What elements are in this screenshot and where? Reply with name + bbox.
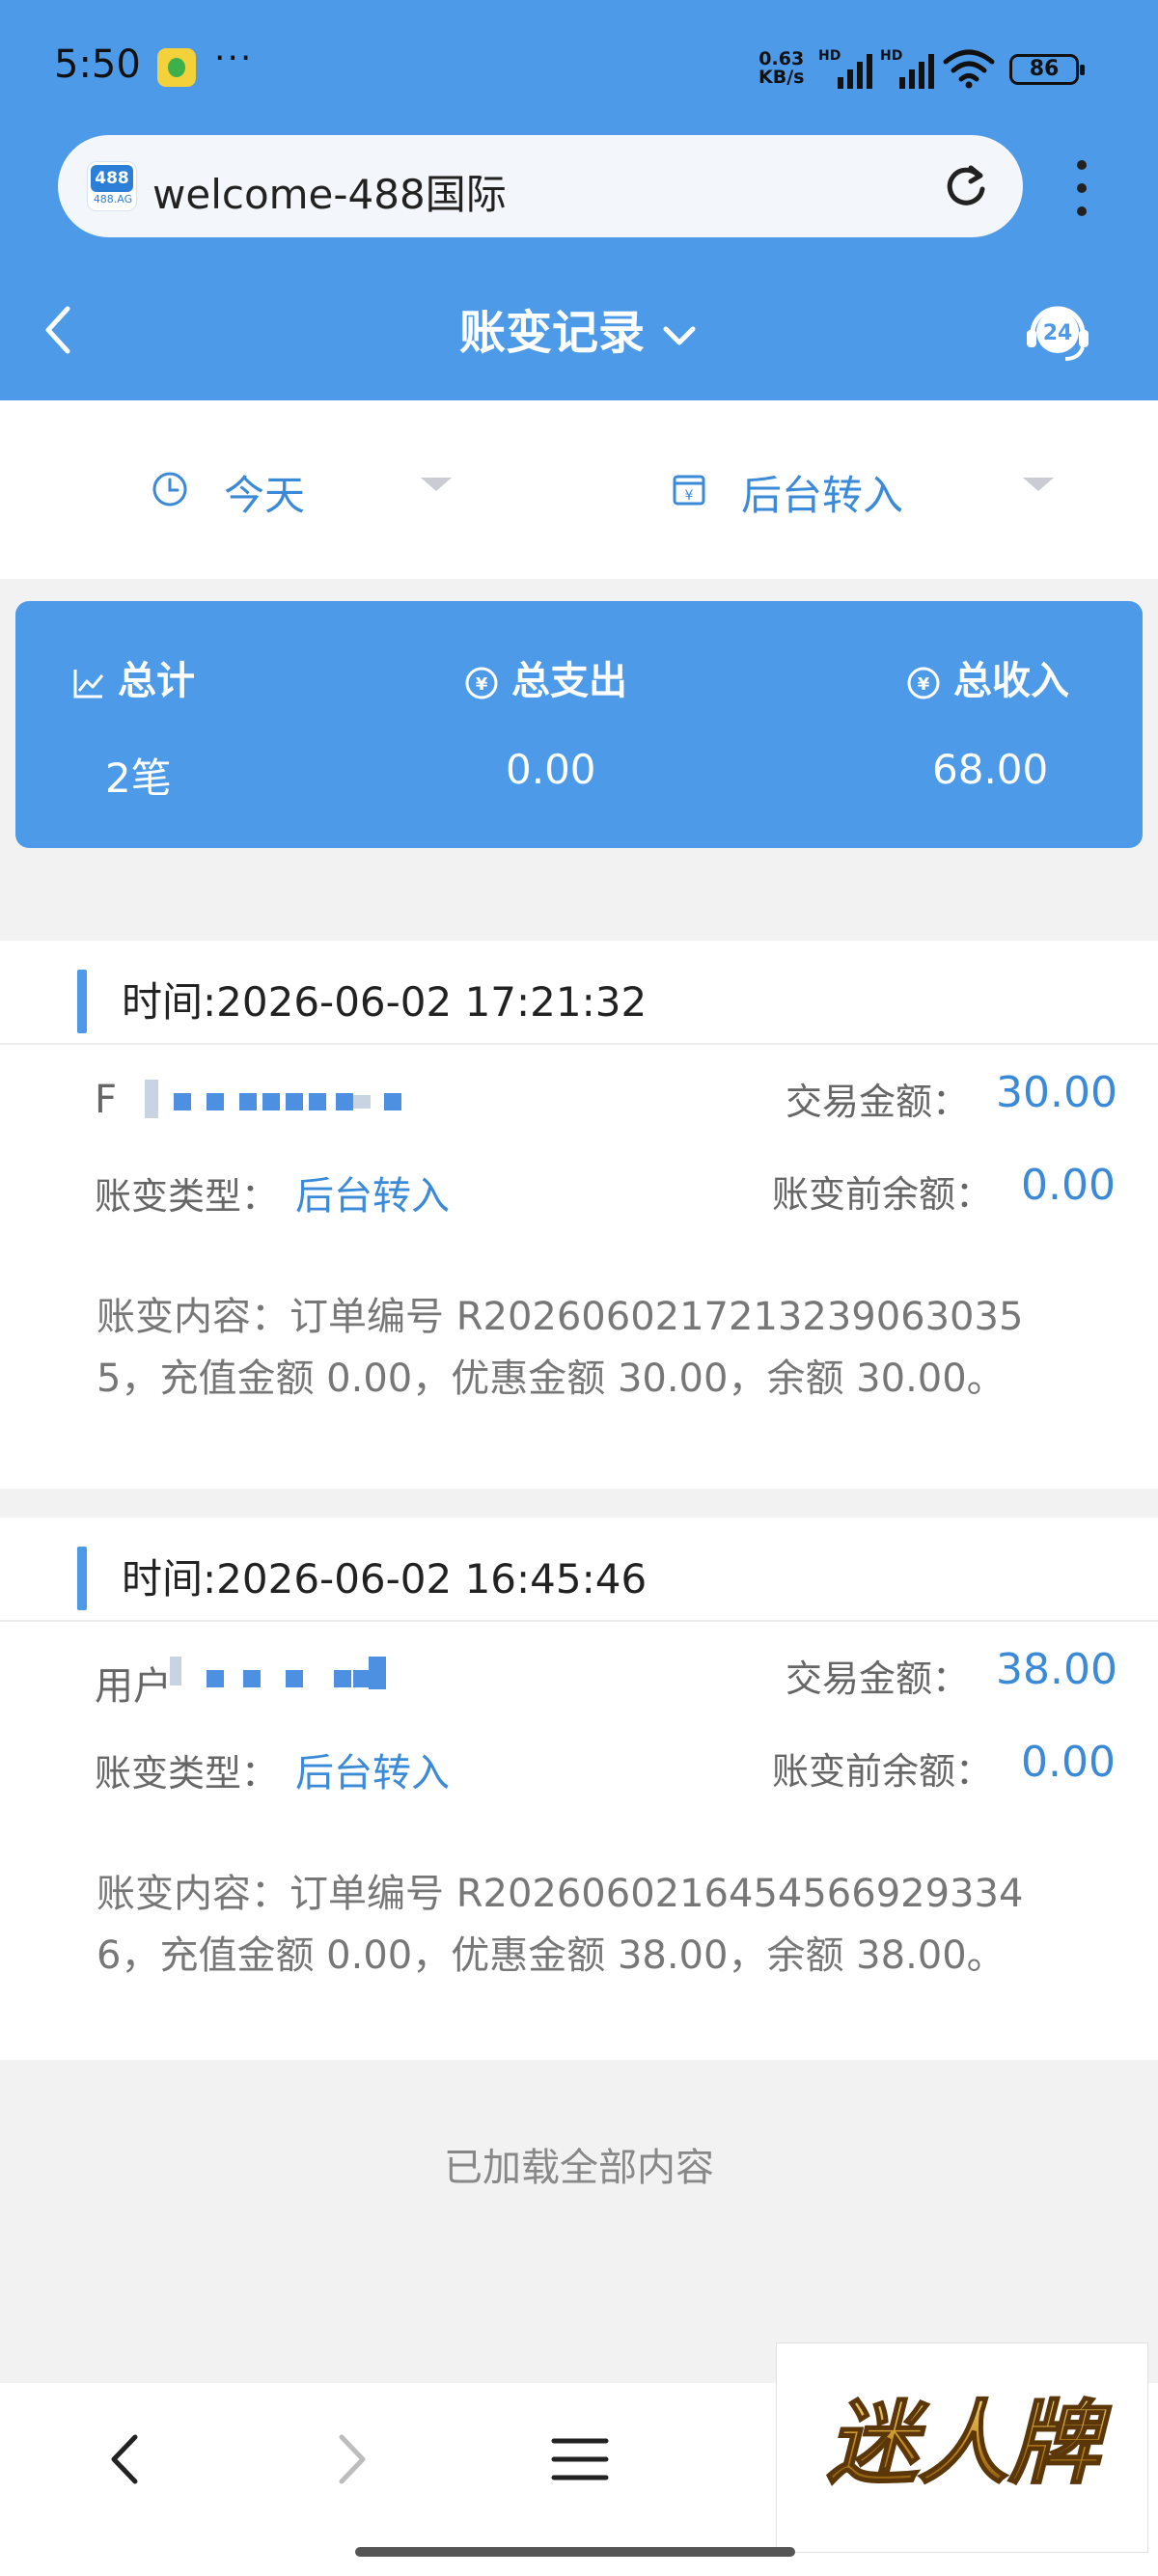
ad-logo: 迷人牌 [826,2391,1113,2498]
support-badge-text: 24 [1043,321,1073,345]
gesture-home-bar[interactable] [355,2547,795,2557]
summary-total-value: 2笔 [105,754,172,802]
type-value: 后台转入 [295,1751,450,1795]
summary-expense-value: 0.00 [506,746,596,793]
record-time: 时间:2026-06-02 16:45:46 [122,1555,648,1603]
signal-icon-2: HD [880,48,934,89]
ad-text: 迷人牌 [827,2392,1112,2497]
trend-icon [73,670,104,699]
summary-expense-label: 总支出 [511,659,627,703]
chevron-down-icon [663,326,696,345]
page-title[interactable]: 账变记录 [0,294,1158,362]
amount-label: 交易金额： [786,1658,970,1700]
music-app-icon [157,48,196,87]
filter-bar: 今天 ¥ 后台转入 [0,400,1158,579]
summary-card: 总计 ¥ 总支出 ¥ 总收入 2笔 0.00 68.00 [15,601,1143,848]
status-bar: 5:50 ··· 0.63 KB/s HD HD 86 [0,0,1158,135]
balance-before-label: 账变前余额： [772,1173,993,1216]
date-filter[interactable]: 今天 [0,400,579,579]
support-headset-icon[interactable]: 24 [1021,295,1094,369]
summary-expense-heading: ¥ 总支出 [463,649,627,705]
network-speed-unit: KB/s [758,67,805,88]
summary-income-label: 总收入 [953,659,1069,703]
more-notifications-icon: ··· [214,39,254,78]
clock-icon [152,472,187,507]
summary-income-heading: ¥ 总收入 [905,649,1069,705]
amount-value: 38.00 [996,1645,1117,1694]
calendar-yen-icon: ¥ [673,475,705,506]
type-label: 账变类型： [95,1752,279,1795]
yen-circle-icon: ¥ [907,667,940,699]
all-loaded-text: 已加载全部内容 [444,2146,714,2190]
record-card[interactable]: 时间:2026-06-02 17:21:32 F 交易金额： 30.00 账变类… [0,941,1158,1489]
svg-text:¥: ¥ [476,674,488,695]
menu-icon[interactable] [546,2425,614,2493]
type-value: 后台转入 [295,1174,450,1219]
record-accent-bar [77,1547,87,1610]
favicon-domain: 488.AG [93,193,133,206]
user-name-redacted [145,1080,405,1118]
balance-before-value: 0.00 [1021,1738,1116,1787]
svg-text:¥: ¥ [918,674,930,695]
record-card[interactable]: 时间:2026-06-02 16:45:46 用户 交易金额： 38.00 账变… [0,1518,1158,2060]
record-time: 时间:2026-06-02 17:21:32 [122,978,648,1026]
summary-income-value: 68.00 [932,746,1049,793]
top-header-area: 5:50 ··· 0.63 KB/s HD HD 86 488 488.AG w… [0,0,1158,400]
amount-label: 交易金额： [786,1081,970,1123]
address-bar[interactable]: 488 488.AG welcome-488国际 [58,135,1023,237]
url-text[interactable]: welcome-488国际 [152,162,507,221]
record-content: 账变内容：订单编号 R20260602172132390630355，充值金额 … [96,1295,1024,1401]
status-time: 5:50 [54,42,141,87]
svg-text:¥: ¥ [685,488,694,504]
user-name-redacted [170,1657,411,1695]
caret-down-icon [421,478,452,491]
signal-icon: HD [818,48,872,89]
reload-icon[interactable] [940,160,992,212]
amount-value: 30.00 [996,1068,1117,1117]
record-content: 账变内容：订单编号 R20260602164545669293346，充值金额 … [96,1872,1024,1978]
record-header: 时间:2026-06-02 16:45:46 [0,1518,1158,1622]
favicon-number: 488 [91,165,133,192]
record-user-label: F [95,1078,118,1122]
browser-menu-icon[interactable] [1062,154,1100,222]
summary-total-label: 总计 [118,659,195,703]
caret-down-icon [1023,478,1054,491]
forward-icon[interactable] [317,2425,384,2493]
type-filter-label: 后台转入 [741,472,904,519]
record-header: 时间:2026-06-02 17:21:32 [0,941,1158,1045]
site-favicon: 488 488.AG [87,161,137,211]
record-user-label: 用户 [95,1664,172,1709]
yen-circle-icon: ¥ [465,667,498,699]
summary-total-heading: 总计 [71,649,195,705]
network-speed: 0.63 KB/s [758,50,804,87]
back-icon[interactable] [93,2425,160,2493]
type-label: 账变类型： [95,1175,279,1218]
type-filter[interactable]: ¥ 后台转入 [579,400,1158,579]
balance-before-value: 0.00 [1021,1161,1116,1210]
record-accent-bar [77,970,87,1033]
battery-icon: 86 [1009,54,1085,85]
date-filter-label: 今天 [224,472,306,519]
wifi-icon [943,49,995,89]
page-title-text: 账变记录 [458,306,645,360]
ad-badge[interactable]: 迷人牌 [776,2343,1148,2553]
balance-before-label: 账变前余额： [772,1750,993,1793]
